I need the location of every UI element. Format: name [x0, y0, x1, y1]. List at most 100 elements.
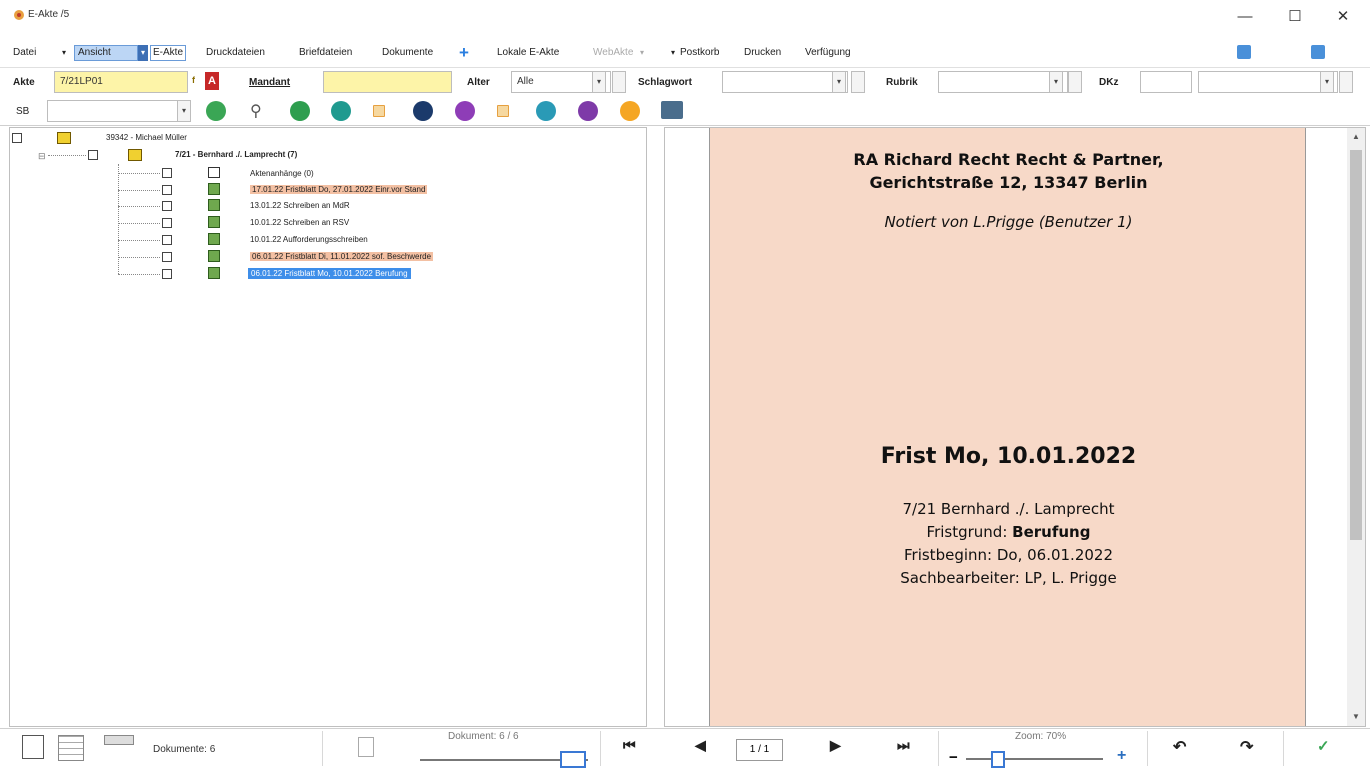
- add-icon[interactable]: +: [459, 43, 469, 63]
- schlagwort-dropdown-icon[interactable]: ▾: [832, 71, 846, 93]
- zoom-slider-track[interactable]: [966, 758, 1103, 760]
- rubrik-dropdown-icon[interactable]: ▾: [1049, 71, 1063, 93]
- tree-view-icon[interactable]: [22, 735, 44, 759]
- tree-root[interactable]: 39342 - Michael Müller: [106, 133, 187, 142]
- search-icon[interactable]: ⚲: [250, 101, 262, 121]
- toolbar-orange-icon[interactable]: [620, 101, 640, 121]
- tree-item[interactable]: 06.01.22 Fristblatt Di, 11.01.2022 sof. …: [250, 252, 434, 261]
- pdf-icon[interactable]: A: [205, 72, 219, 90]
- zoom-slider-thumb[interactable]: [990, 751, 1005, 768]
- sb-field[interactable]: [47, 100, 191, 122]
- dkz-dropdown-icon[interactable]: ▾: [1320, 71, 1334, 93]
- rubrik-extra-button[interactable]: [1068, 71, 1082, 93]
- ansicht-dropdown-icon[interactable]: ▾: [138, 45, 148, 61]
- collapse-icon[interactable]: ⊟: [38, 151, 46, 162]
- doc-frist: Frist Mo, 10.01.2022: [880, 444, 1137, 469]
- confirm-icon[interactable]: ✓: [1317, 737, 1330, 755]
- document-count: Dokumente: 6: [153, 744, 216, 755]
- scroll-down-icon[interactable]: ▼: [1352, 712, 1360, 721]
- postkorb-dropdown-icon[interactable]: ▾: [671, 48, 675, 57]
- document-slider-thumb[interactable]: [560, 751, 586, 768]
- root-checkbox[interactable]: [12, 133, 22, 143]
- dkz-field[interactable]: [1140, 71, 1192, 93]
- close-button[interactable]: ✕: [1328, 8, 1358, 26]
- page-indicator[interactable]: 1 / 1: [736, 739, 783, 761]
- scroll-thumb[interactable]: [1350, 150, 1362, 540]
- item-checkbox[interactable]: [162, 218, 172, 228]
- toolbar-note-icon[interactable]: [373, 105, 385, 117]
- item-checkbox[interactable]: [162, 185, 172, 195]
- tree-item[interactable]: 10.01.22 Schreiben an RSV: [250, 218, 349, 227]
- help-icon[interactable]: [1237, 45, 1251, 59]
- next-page-icon[interactable]: ▶: [830, 737, 841, 754]
- list-view-icon[interactable]: [104, 735, 134, 745]
- alter-extra-button[interactable]: [612, 71, 626, 93]
- alter-dropdown-icon[interactable]: ▾: [592, 71, 606, 93]
- menu-eakte[interactable]: E-Akte: [150, 45, 187, 61]
- dkz-select[interactable]: [1198, 71, 1338, 93]
- toolbar-green-icon[interactable]: [290, 101, 310, 121]
- image-icon[interactable]: [661, 101, 683, 119]
- rubrik-label: Rubrik: [886, 77, 918, 88]
- toolbar-blue-icon[interactable]: [536, 101, 556, 121]
- document-icon: [208, 216, 220, 228]
- akte-field[interactable]: 7/21LP01: [54, 71, 188, 93]
- grid-icon[interactable]: [358, 737, 374, 757]
- prev-page-icon[interactable]: ◀: [695, 737, 706, 754]
- document-icon: [208, 183, 220, 195]
- menu-briefdateien[interactable]: Briefdateien: [299, 47, 352, 58]
- sb-dropdown-icon[interactable]: ▾: [177, 100, 191, 122]
- akte-label: Akte: [13, 77, 35, 88]
- fristgrund-value: Berufung: [1012, 523, 1091, 541]
- info-icon[interactable]: [413, 101, 433, 121]
- tree-item-selected[interactable]: 06.01.22 Fristblatt Mo, 10.01.2022 Beruf…: [248, 268, 411, 279]
- akte-checkbox[interactable]: [88, 150, 98, 160]
- first-page-icon[interactable]: ⏮: [623, 737, 636, 754]
- schlagwort-extra-button[interactable]: [851, 71, 865, 93]
- zoom-in-icon[interactable]: +: [1117, 747, 1126, 765]
- item-checkbox[interactable]: [162, 269, 172, 279]
- menu-drucken[interactable]: Drucken: [744, 47, 781, 58]
- rotate-right-icon[interactable]: ↷: [1240, 737, 1253, 757]
- toolbar-purple2-icon[interactable]: [578, 101, 598, 121]
- tree-item[interactable]: 13.01.22 Schreiben an MdR: [250, 201, 350, 210]
- toolbar-note2-icon[interactable]: [497, 105, 509, 117]
- tree-akte[interactable]: 7/21 - Bernhard ./. Lamprecht (7): [175, 150, 297, 159]
- folder-icon: [57, 132, 71, 144]
- maximize-button[interactable]: ☐: [1280, 8, 1310, 26]
- menu-ansicht[interactable]: Ansicht: [74, 45, 138, 61]
- tree-item[interactable]: 10.01.22 Aufforderungsschreiben: [250, 235, 368, 244]
- minimize-button[interactable]: —: [1230, 8, 1260, 26]
- item-checkbox[interactable]: [162, 235, 172, 245]
- item-checkbox[interactable]: [162, 168, 172, 178]
- vertical-scrollbar[interactable]: ▲ ▼: [1347, 128, 1365, 726]
- dkz-extra-button[interactable]: [1339, 71, 1353, 93]
- refresh-icon[interactable]: [206, 101, 226, 121]
- last-page-icon[interactable]: ⏭: [897, 737, 910, 754]
- table-view-icon[interactable]: [58, 735, 84, 761]
- menu-verfuegung[interactable]: Verfügung: [805, 47, 851, 58]
- menu-druckdateien[interactable]: Druckdateien: [206, 47, 265, 58]
- doc-header-line1: RA Richard Recht Recht & Partner,: [853, 150, 1164, 169]
- item-checkbox[interactable]: [162, 201, 172, 211]
- tree-item[interactable]: 17.01.22 Fristblatt Do, 27.01.2022 Einr.…: [250, 185, 428, 194]
- zoom-out-icon[interactable]: −: [949, 749, 958, 766]
- menu-lokale-eakte[interactable]: Lokale E-Akte: [497, 47, 559, 58]
- tree-item[interactable]: Aktenanhänge (0): [250, 169, 314, 178]
- schlagwort-select[interactable]: [722, 71, 848, 93]
- menu-webakte: WebAkte: [593, 47, 634, 58]
- datei-dropdown-icon[interactable]: ▾: [62, 48, 66, 57]
- menu-datei[interactable]: Datei: [13, 47, 36, 58]
- item-checkbox[interactable]: [162, 252, 172, 262]
- rotate-left-icon[interactable]: ↶: [1173, 737, 1186, 757]
- attachment-icon: [208, 167, 220, 178]
- toolbar-teal-icon[interactable]: [331, 101, 351, 121]
- info-panel-icon[interactable]: [1311, 45, 1325, 59]
- mandant-field[interactable]: [323, 71, 452, 93]
- toolbar-purple-icon[interactable]: [455, 101, 475, 121]
- document-position: Dokument: 6 / 6: [448, 731, 519, 742]
- menu-postkorb[interactable]: Postkorb: [680, 47, 719, 58]
- scroll-up-icon[interactable]: ▲: [1352, 132, 1360, 141]
- akte-search-icon[interactable]: ᶠ: [192, 74, 195, 89]
- menu-dokumente[interactable]: Dokumente: [382, 47, 433, 58]
